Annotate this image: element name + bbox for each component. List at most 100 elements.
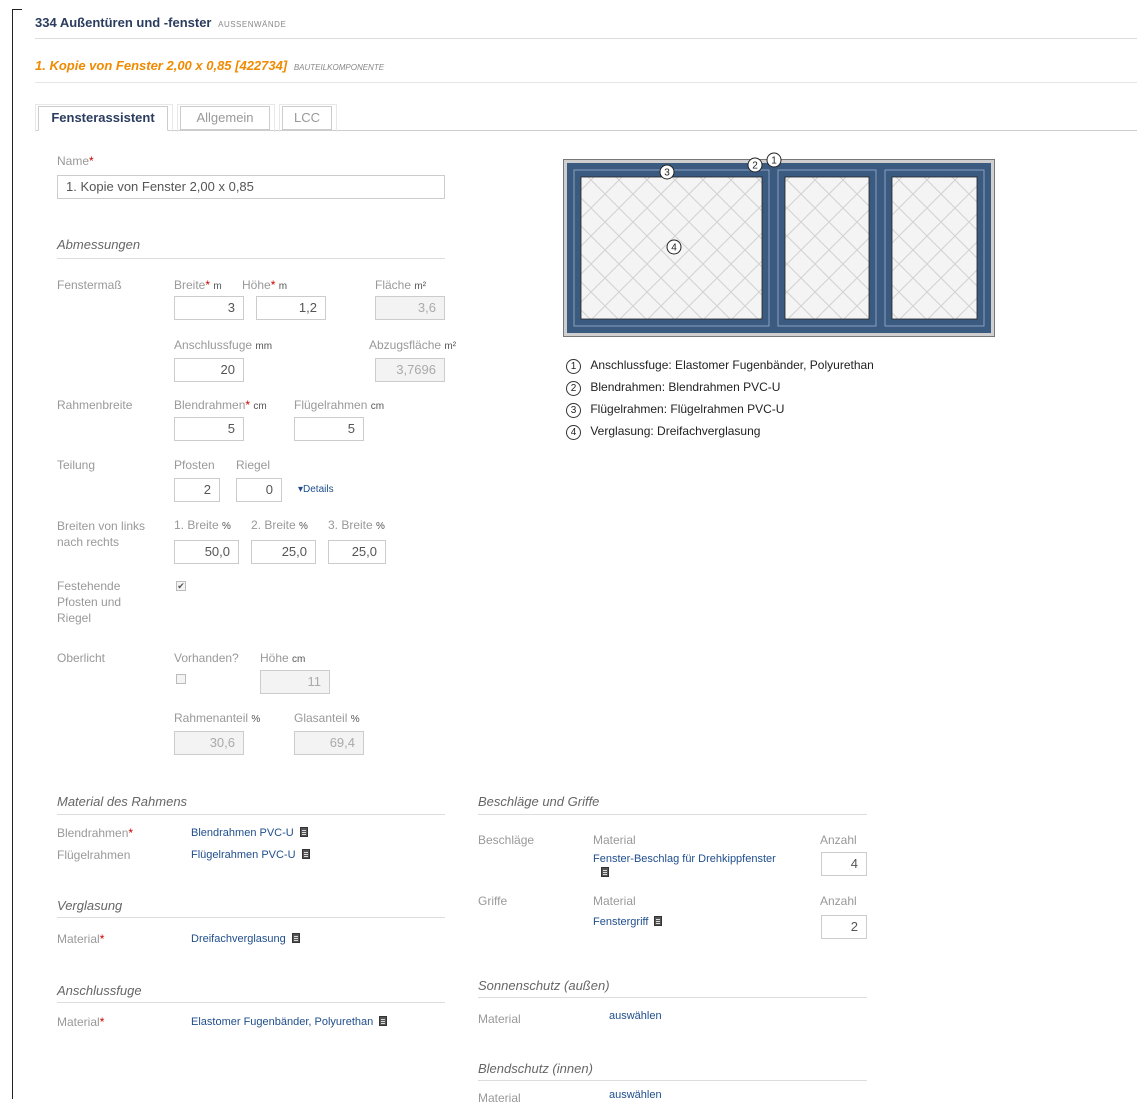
- blendschutz-select-link[interactable]: auswählen: [609, 1089, 662, 1101]
- required-mark: *: [245, 398, 251, 412]
- header-divider: [35, 38, 1137, 39]
- sonnenschutz-select-link[interactable]: auswählen: [609, 1010, 662, 1022]
- required-mark: *: [99, 932, 105, 946]
- verglasung-material-label-text: Material: [57, 932, 100, 946]
- festehende-label-line2: Pfosten und: [57, 595, 122, 609]
- anschlussfuge-material-label: Material*: [57, 1015, 104, 1029]
- verglasung-material-label: Material*: [57, 932, 104, 946]
- griffe-material-value[interactable]: Fenstergriff: [593, 916, 648, 928]
- anschlussfuge-material-label-text: Material: [57, 1015, 100, 1029]
- section-divider: [57, 258, 445, 259]
- anschlussfuge-input[interactable]: 20: [174, 358, 244, 382]
- fluegelrahmen-material-link[interactable]: Flügelrahmen PVC-U: [191, 849, 310, 861]
- diagram-marker-1-text: 1: [771, 156, 777, 167]
- section-divider: [57, 1002, 445, 1003]
- teilung-label: Teilung: [57, 458, 96, 472]
- document-icon[interactable]: [299, 827, 308, 837]
- griffe-anzahl-header: Anzahl: [820, 894, 857, 908]
- oberlicht-hoehe-input: 11: [260, 670, 330, 694]
- document-icon[interactable]: [291, 933, 300, 943]
- tab-lcc[interactable]: LCC: [282, 106, 332, 130]
- anschlussfuge-material-value[interactable]: Elastomer Fugenbänder, Polyurethan: [191, 1016, 373, 1028]
- pfosten-label: Pfosten: [174, 458, 215, 472]
- beschlaege-label: Beschläge: [478, 833, 535, 847]
- window-diagram: 3 2 1 4: [563, 152, 995, 337]
- glasanteil-label-text: Glasanteil: [294, 711, 348, 725]
- breite3-label-text: 3. Breite: [328, 518, 373, 532]
- hoehe-unit: m: [278, 281, 288, 292]
- section-anschlussfuge: Anschlussfuge: [57, 983, 142, 998]
- fenstermass-label: Fenstermaß: [57, 278, 122, 292]
- breite3-input[interactable]: 25,0: [328, 540, 386, 564]
- blendrahmen-material-link[interactable]: Blendrahmen PVC-U: [191, 827, 308, 839]
- festehende-label-line1: Festehende: [57, 579, 121, 593]
- fluegelrahmen-material-value[interactable]: Flügelrahmen PVC-U: [191, 849, 296, 861]
- section-abmessungen: Abmessungen: [57, 237, 141, 252]
- diagram-glass-3: [891, 176, 978, 320]
- breiten-label: Breiten von links nach rechts: [57, 518, 145, 550]
- section-sonnenschutz: Sonnenschutz (außen): [478, 978, 610, 993]
- section-divider: [478, 997, 867, 998]
- legend-item: 1 Anschlussfuge: Elastomer Fugenbänder, …: [566, 358, 874, 380]
- name-input[interactable]: 1. Kopie von Fenster 2,00 x 0,85: [57, 175, 445, 199]
- legend-number: 2: [566, 381, 581, 396]
- blendrahmen-width-input[interactable]: 5: [174, 417, 244, 441]
- section-divider: [57, 917, 445, 918]
- diagram-marker-4-text: 4: [671, 243, 677, 254]
- component-title-text: 1. Kopie von Fenster 2,00 x 0,85 [422734…: [35, 58, 288, 73]
- breiten-label-line2: nach rechts: [57, 535, 120, 549]
- vorhanden-checkbox[interactable]: [176, 674, 186, 684]
- name-label-text: Name: [57, 154, 90, 168]
- rahmenanteil-unit: %: [251, 714, 261, 725]
- anschlussfuge-label-text: Anschlussfuge: [174, 338, 253, 352]
- beschlaege-anzahl-input[interactable]: 4: [821, 852, 867, 876]
- flaeche-input: 3,6: [375, 296, 445, 320]
- breite2-label: 2. Breite %: [251, 518, 308, 532]
- hoehe-label: Höhe* m: [242, 278, 287, 292]
- riegel-input[interactable]: 0: [236, 478, 282, 502]
- tab-allgemein[interactable]: Allgemein: [180, 106, 270, 130]
- required-mark: *: [205, 278, 211, 292]
- blendrahmen-material-label-text: Blendrahmen: [57, 826, 129, 840]
- breite-input[interactable]: 3: [174, 296, 244, 320]
- section-beschlaege-griffe: Beschläge und Griffe: [478, 794, 600, 809]
- festehende-checkbox[interactable]: ✔: [176, 581, 186, 591]
- document-icon[interactable]: [654, 916, 663, 926]
- tab-fensterassistent[interactable]: Fensterassistent: [38, 106, 168, 131]
- griffe-anzahl-input[interactable]: 2: [821, 915, 867, 939]
- document-icon[interactable]: [379, 1016, 388, 1026]
- document-icon[interactable]: [301, 849, 310, 859]
- blendrahmen-material-label: Blendrahmen*: [57, 826, 133, 840]
- breite1-input[interactable]: 50,0: [174, 540, 239, 564]
- beschlaege-material-link[interactable]: Fenster-Beschlag für Drehkippfenster: [593, 852, 776, 880]
- document-icon[interactable]: [601, 867, 609, 877]
- riegel-label: Riegel: [236, 458, 271, 472]
- anschlussfuge-label: Anschlussfuge mm: [174, 338, 272, 352]
- fluegelrahmen-width-input[interactable]: 5: [294, 417, 364, 441]
- blendrahmen-material-value[interactable]: Blendrahmen PVC-U: [191, 827, 294, 839]
- breite2-input[interactable]: 25,0: [251, 540, 316, 564]
- breite1-label: 1. Breite %: [174, 518, 231, 532]
- beschlaege-material-value[interactable]: Fenster-Beschlag für Drehkippfenster: [593, 852, 776, 866]
- breite-label: Breite* m: [174, 278, 222, 292]
- details-toggle[interactable]: ▾Details: [298, 484, 334, 495]
- rahmenanteil-label: Rahmenanteil %: [174, 711, 260, 725]
- legend-text: Blendrahmen: Blendrahmen PVC-U: [590, 380, 781, 394]
- verglasung-material-value[interactable]: Dreifachverglasung: [191, 933, 286, 945]
- griffe-material-link[interactable]: Fenstergriff: [593, 916, 663, 928]
- anschlussfuge-material-link[interactable]: Elastomer Fugenbänder, Polyurethan: [191, 1016, 388, 1028]
- breite2-label-text: 2. Breite: [251, 518, 296, 532]
- breite-label-text: Breite: [174, 278, 206, 292]
- pfosten-input[interactable]: 2: [174, 478, 220, 502]
- legend-number: 4: [566, 425, 581, 440]
- hoehe-input[interactable]: 1,2: [256, 296, 326, 320]
- component-divider: [35, 82, 1137, 83]
- vorhanden-label: Vorhanden?: [174, 651, 239, 665]
- anschlussfuge-unit: mm: [255, 341, 273, 352]
- section-divider: [478, 1080, 867, 1081]
- blendrahmen-width-label-text: Blendrahmen: [174, 398, 246, 412]
- breite3-unit: %: [376, 521, 385, 532]
- legend-text: Verglasung: Dreifachverglasung: [590, 424, 761, 438]
- diagram-marker-1: 1: [766, 152, 782, 168]
- verglasung-material-link[interactable]: Dreifachverglasung: [191, 933, 300, 945]
